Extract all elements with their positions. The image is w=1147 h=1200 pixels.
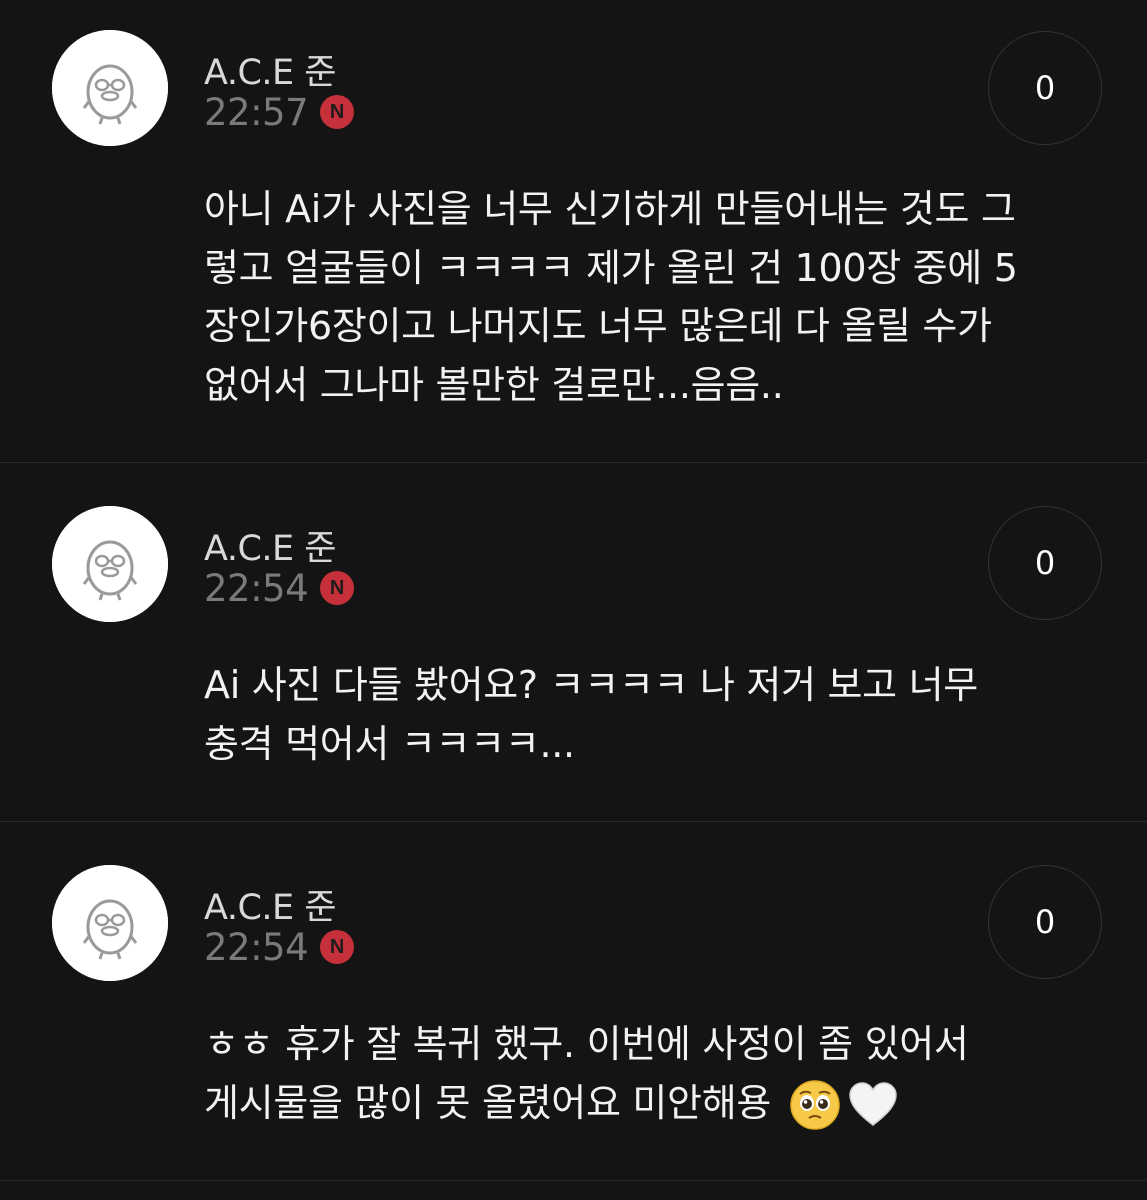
pleading-face-emoji (789, 1079, 841, 1131)
comment-body: ㅎㅎ 휴가 잘 복귀 했구. 이번에 사정이 좀 있어서 게시물을 많이 못 올… (204, 1015, 1104, 1132)
comment-text: Ai 사진 다들 봤어요? ㅋㅋㅋㅋ 나 저거 보고 너무 충격 먹어서 ㅋㅋㅋ… (204, 663, 978, 766)
new-badge: N (320, 930, 355, 964)
timestamp: 22:54 (204, 566, 309, 610)
new-badge: N (320, 95, 355, 129)
author-name[interactable]: A.C.E 준 (204, 879, 336, 930)
timestamp: 22:57 (204, 90, 309, 134)
comment-text: 아니 Ai가 사진을 너무 신기하게 만들어내는 것도 그 렇고 얼굴들이 ㅋㅋ… (204, 187, 1018, 407)
like-count-button[interactable]: 0 (988, 31, 1102, 145)
comment-feed: A.C.E 준 22:57 N 0 아니 Ai가 사진을 너무 신기하게 만들어… (0, 0, 1147, 1181)
avatar[interactable] (52, 30, 168, 146)
author-name[interactable]: A.C.E 준 (204, 520, 336, 571)
comment-item: A.C.E 준 22:57 N 0 아니 Ai가 사진을 너무 신기하게 만들어… (0, 0, 1147, 463)
duck-character-icon (52, 506, 168, 622)
timestamp-row: 22:54 N (204, 925, 355, 969)
author-name[interactable]: A.C.E 준 (204, 44, 336, 95)
avatar[interactable] (52, 865, 168, 981)
duck-character-icon (52, 30, 168, 146)
avatar[interactable] (52, 506, 168, 622)
timestamp-row: 22:57 N (204, 90, 355, 134)
comment-item: A.C.E 준 22:54 N 0 ㅎㅎ 휴가 잘 복귀 했구. 이번에 사정이… (0, 822, 1147, 1181)
like-count-button[interactable]: 0 (988, 506, 1102, 620)
comment-item: A.C.E 준 22:54 N 0 Ai 사진 다들 봤어요? ㅋㅋㅋㅋ 나 저… (0, 463, 1147, 822)
white-heart-emoji (847, 1079, 899, 1131)
like-count-button[interactable]: 0 (988, 865, 1102, 979)
timestamp-row: 22:54 N (204, 566, 355, 610)
new-badge: N (320, 571, 355, 605)
timestamp: 22:54 (204, 925, 309, 969)
duck-character-icon (52, 865, 168, 981)
